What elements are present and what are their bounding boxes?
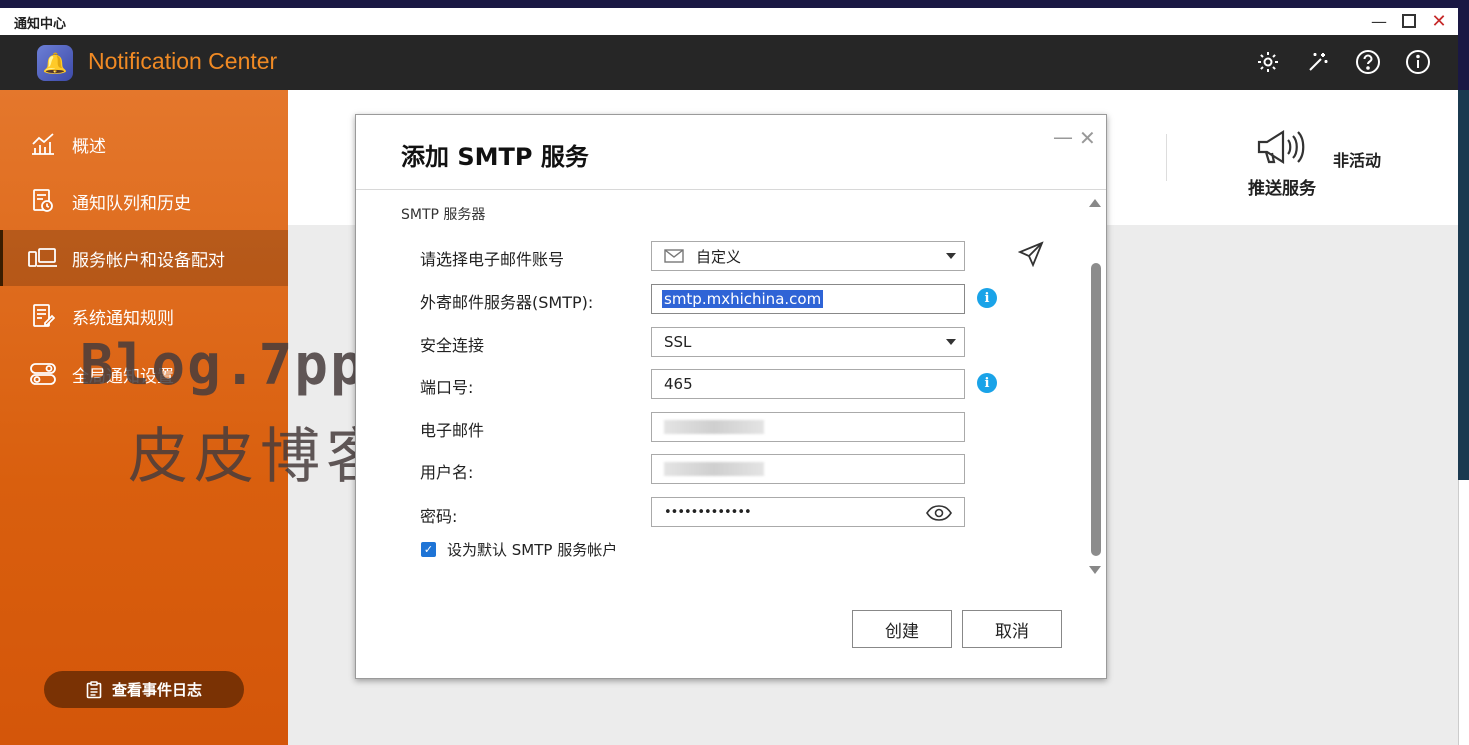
account-select[interactable]: 自定义 [651, 241, 965, 271]
smtp-input[interactable]: smtp.mxhichina.com [651, 284, 965, 314]
minimize-button[interactable]: — [1368, 10, 1390, 32]
dialog-separator [356, 189, 1106, 190]
megaphone-icon [1257, 130, 1305, 164]
maximize-button[interactable] [1398, 10, 1420, 32]
magic-wand-icon[interactable] [1304, 48, 1332, 76]
add-smtp-dialog: 添加 SMTP 服务 — ✕ SMTP 服务器 请选择电子邮件账号 自定义 外寄… [355, 114, 1107, 679]
sidebar-item-label: 系统通知规则 [72, 308, 174, 329]
window-title: 通知中心 [14, 17, 67, 32]
username-label: 用户名: [420, 463, 474, 482]
email-label: 电子邮件 [420, 421, 485, 440]
chevron-down-icon [946, 253, 956, 259]
chevron-down-icon [946, 339, 956, 345]
create-button[interactable]: 创建 [852, 610, 952, 648]
password-label: 密码: [420, 507, 458, 526]
sidebar-item-label: 服务帐户和设备配对 [72, 250, 225, 271]
info-icon[interactable]: i [977, 288, 997, 308]
username-input[interactable] [651, 454, 965, 484]
scroll-down-arrow[interactable] [1089, 566, 1101, 574]
password-input[interactable]: ••••••••••••• [651, 497, 965, 527]
toggle-icon [28, 361, 58, 387]
gear-icon[interactable] [1254, 48, 1282, 76]
account-value: 自定义 [696, 247, 742, 266]
cancel-button[interactable]: 取消 [962, 610, 1062, 648]
security-label: 安全连接 [420, 336, 485, 355]
app-logo-icon: 🔔 [37, 45, 73, 81]
help-icon[interactable] [1354, 48, 1382, 76]
redacted-value [664, 462, 764, 476]
chart-icon [28, 131, 58, 157]
security-select[interactable]: SSL [651, 327, 965, 357]
close-button[interactable]: ✕ [1428, 10, 1450, 32]
background-strip-3 [1458, 480, 1469, 745]
history-icon [28, 188, 58, 214]
port-value: 465 [664, 375, 693, 393]
email-input[interactable] [651, 412, 965, 442]
sidebar-item-service-accounts[interactable]: 服务帐户和设备配对 [0, 230, 288, 286]
redacted-value [664, 420, 764, 434]
app-title: Notification Center [88, 48, 278, 74]
smtp-label: 外寄邮件服务器(SMTP): [420, 293, 594, 312]
port-label: 端口号: [420, 378, 474, 397]
info-icon[interactable] [1404, 48, 1432, 76]
titlebar-strip: 通知中心 — ✕ [0, 8, 1458, 35]
window-titlebar: 通知中心 — ✕ [0, 0, 1469, 35]
push-service-label: 推送服务 [1248, 179, 1316, 199]
scrollbar-thumb[interactable] [1091, 263, 1101, 556]
default-account-checkbox[interactable]: ✓ [421, 542, 436, 557]
dialog-minimize-button[interactable]: — [1053, 125, 1073, 149]
password-value: ••••••••••••• [664, 504, 752, 520]
default-account-label: 设为默认 SMTP 服务帐户 [447, 541, 618, 559]
dialog-title: 添加 SMTP 服务 [401, 143, 589, 171]
info-icon[interactable]: i [977, 373, 997, 393]
view-event-log-button[interactable]: 查看事件日志 [44, 671, 244, 708]
watermark-line2: 皮皮博客 [128, 422, 392, 492]
view-event-log-label: 查看事件日志 [111, 681, 202, 699]
mail-icon [664, 249, 684, 263]
port-input[interactable]: 465 [651, 369, 965, 399]
sidebar-item-label: 概述 [72, 136, 106, 157]
scroll-up-arrow[interactable] [1089, 199, 1101, 207]
eye-icon[interactable] [926, 504, 952, 522]
divider [1166, 134, 1167, 181]
devices-icon [28, 245, 58, 271]
sidebar-item-history[interactable]: 通知队列和历史 [0, 173, 288, 229]
sidebar-item-overview[interactable]: 概述 [0, 116, 288, 172]
section-title: SMTP 服务器 [401, 207, 486, 223]
security-value: SSL [664, 333, 692, 351]
clipboard-icon [86, 680, 102, 698]
sidebar-item-label: 通知队列和历史 [72, 193, 191, 214]
push-service-status: 非活动 [1333, 151, 1382, 170]
app-header: 🔔 Notification Center [0, 35, 1458, 90]
rules-icon [28, 303, 58, 329]
dialog-close-button[interactable]: ✕ [1079, 126, 1096, 150]
account-label: 请选择电子邮件账号 [420, 250, 565, 269]
smtp-value: smtp.mxhichina.com [662, 290, 824, 308]
send-test-icon[interactable] [1018, 241, 1044, 267]
